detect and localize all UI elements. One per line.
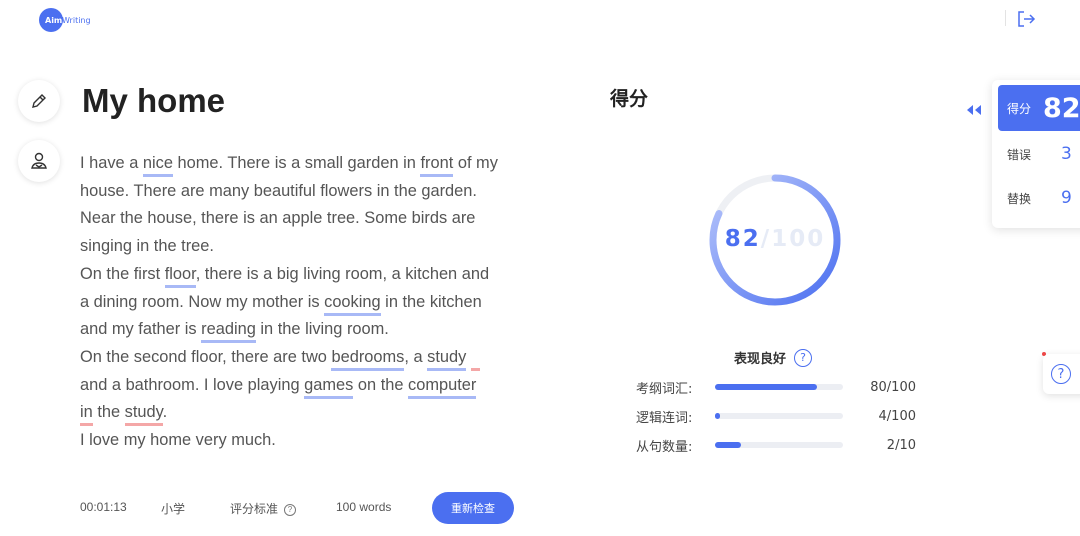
suggestion-word[interactable]: study: [427, 347, 467, 371]
essay-title: My home: [82, 82, 226, 119]
teacher-button[interactable]: [18, 140, 60, 182]
essay-text: Near the house, there is an apple tree. …: [80, 209, 476, 228]
metric-track: [715, 442, 843, 448]
scoring-criteria[interactable]: 评分标准?: [230, 500, 297, 517]
essay-line: singing in the tree.: [80, 233, 520, 261]
essay-text: home. There is a small garden in: [172, 154, 421, 172]
essay-text: on the: [353, 375, 409, 394]
essay-text: On the second floor, there are two: [80, 347, 332, 366]
metric-fill: [715, 384, 818, 390]
suggestion-word[interactable]: bedrooms: [331, 347, 405, 371]
suggestion-word[interactable]: nice: [142, 154, 173, 177]
edit-button[interactable]: [18, 80, 60, 122]
essay-line: and my father is reading in the living r…: [80, 316, 520, 344]
performance-text: 表现良好: [734, 352, 787, 367]
criteria-label: 评分标准: [230, 502, 279, 516]
essay-text: and a bathroom. I love playing: [80, 375, 305, 394]
essay-line: a dining room. Now my mother is cooking …: [80, 289, 520, 317]
question-icon: ?: [1051, 364, 1071, 384]
logo-prefix: Aim: [45, 15, 63, 25]
essay-text: of my: [453, 154, 498, 172]
person-icon: [31, 152, 47, 169]
essay-line: On the first floor, there is a big livin…: [80, 261, 520, 289]
collapse-icon[interactable]: [965, 104, 983, 116]
suggestion-word[interactable]: cooking: [324, 292, 381, 316]
metric-connectives: 逻辑连词: 4/100: [636, 406, 916, 426]
help-icon[interactable]: ?: [284, 503, 297, 516]
essay-text: On the first: [80, 264, 165, 283]
metric-label: 考纲词汇:: [636, 381, 693, 397]
summary-score-tab[interactable]: 得分 82: [998, 85, 1080, 131]
metric-clauses: 从句数量: 2/10: [636, 435, 916, 455]
suggestion-word[interactable]: computer: [408, 375, 477, 399]
essay-text: .: [162, 403, 168, 422]
essay-text: the: [92, 403, 125, 422]
header-divider: [1005, 10, 1006, 26]
score-total: /100: [760, 226, 826, 252]
error-word[interactable]: [470, 347, 481, 371]
essay-text: singing in the tree.: [80, 237, 214, 256]
metric-vocabulary: 考纲词汇: 80/100: [636, 377, 916, 397]
score-heading: 得分: [610, 88, 649, 110]
grade-level: 小学: [161, 502, 186, 516]
logo-mark: Aim: [39, 8, 63, 32]
essay-line: house. There are many beautiful flowers …: [80, 178, 520, 206]
essay-text: a dining room. Now my mother is: [80, 292, 325, 311]
metric-track: [715, 413, 843, 419]
essay-line: and a bathroom. I love playing games on …: [80, 372, 520, 400]
essay-body: I have a nice home. There is a small gar…: [80, 150, 520, 455]
essay-text: in the living room.: [255, 320, 389, 339]
essay-text: , there is a big living room, a kitchen …: [195, 264, 490, 283]
app-logo[interactable]: Aim Writing: [39, 8, 91, 32]
essay-line: Near the house, there is an apple tree. …: [80, 205, 520, 233]
metric-value: 4/100: [878, 408, 916, 424]
logo-text: Writing: [62, 15, 91, 25]
suggestion-word[interactable]: reading: [201, 320, 256, 344]
recheck-button[interactable]: 重新检查: [432, 492, 514, 524]
summary-errors-value: 3: [1061, 144, 1072, 164]
essay-line: On the second floor, there are two bedro…: [80, 344, 520, 372]
summary-replace-label: 替换: [1007, 191, 1032, 206]
help-button[interactable]: ?: [1043, 354, 1080, 394]
suggestion-word[interactable]: floor: [164, 264, 196, 288]
help-icon[interactable]: ?: [794, 348, 813, 367]
essay-text: and my father is: [80, 320, 202, 339]
pencil-icon: [32, 94, 46, 108]
summary-replace-value: 9: [1061, 188, 1072, 208]
summary-errors-label: 错误: [1007, 147, 1032, 162]
metric-label: 逻辑连词:: [636, 410, 693, 426]
essay-line: in the study.: [80, 399, 520, 427]
essay-line: I love my home very much.: [80, 427, 520, 455]
summary-errors-tab[interactable]: 错误 3: [1007, 144, 1080, 164]
word-count: 100 words: [336, 500, 392, 514]
summary-score-value: 82: [1043, 92, 1080, 124]
metric-fill: [715, 442, 741, 448]
metric-value: 2/10: [886, 437, 916, 453]
metric-track: [715, 384, 843, 390]
essay-text: , a: [404, 347, 428, 366]
metric-value: 80/100: [870, 379, 916, 395]
error-word[interactable]: in: [80, 403, 93, 427]
error-word[interactable]: study: [124, 403, 163, 427]
suggestion-word[interactable]: games: [304, 375, 354, 399]
essay-line: I have a nice home. There is a small gar…: [80, 150, 520, 178]
metric-label: 从句数量:: [636, 439, 693, 455]
timer: 00:01:13: [80, 500, 127, 514]
summary-score-label: 得分: [1007, 101, 1032, 116]
metric-fill: [715, 413, 721, 419]
suggestion-word[interactable]: front: [420, 154, 454, 177]
essay-text: I have a: [80, 154, 143, 172]
score-ring-text: 82/100: [705, 226, 845, 252]
essay-text: house. There are many beautiful flowers …: [80, 181, 477, 200]
logout-icon[interactable]: [1016, 9, 1036, 29]
score-value: 82: [724, 226, 761, 252]
performance-label: 表现良好?: [734, 348, 813, 367]
summary-replace-tab[interactable]: 替换 9: [1007, 188, 1080, 208]
essay-text: in the kitchen: [380, 292, 482, 311]
essay-text: I love my home very much.: [80, 431, 276, 450]
